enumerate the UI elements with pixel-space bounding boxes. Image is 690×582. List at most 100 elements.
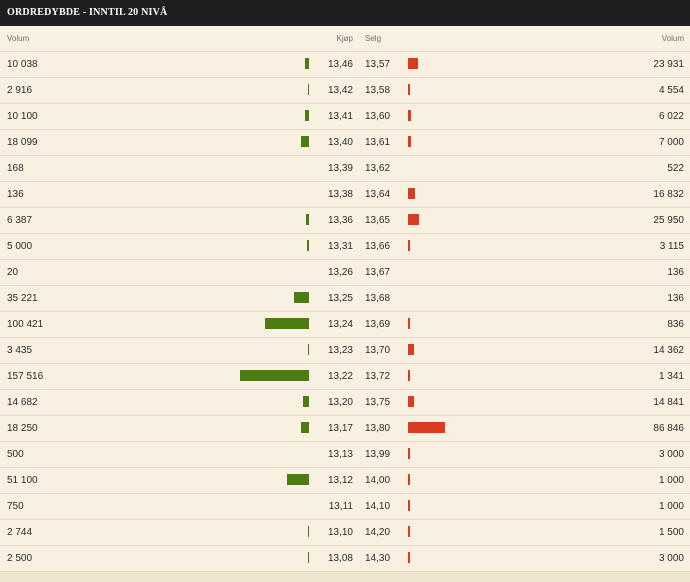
bid-price-cell: 13,26 — [327, 267, 353, 278]
ask-depth-bar — [408, 344, 415, 355]
ask-price-cell: 14,00 — [365, 475, 391, 486]
ask-depth-bar — [408, 240, 410, 251]
bid-depth-bar — [306, 240, 309, 251]
ask-volume-cell: 16 832 — [653, 189, 684, 200]
table-row: 6 387 13,36 13,65 25 950 — [0, 208, 690, 234]
table-row: 100 421 13,24 13,69 836 — [0, 312, 690, 338]
ask-volume-cell: 14 841 — [653, 397, 684, 408]
bid-price-cell: 13,41 — [327, 111, 353, 122]
table-row: 51 100 13,12 14,00 1 000 — [0, 468, 690, 494]
bid-volume-cell: 5 000 — [7, 241, 33, 252]
bid-depth-bar — [304, 58, 309, 69]
ask-price-cell: 13,57 — [365, 59, 391, 70]
ask-price-cell: 13,65 — [365, 215, 391, 226]
ask-volume-cell: 136 — [667, 267, 684, 278]
bid-depth-bar — [301, 136, 309, 147]
ask-price-cell: 14,30 — [365, 553, 391, 564]
bid-volume-cell: 10 100 — [7, 111, 38, 122]
bid-volume-cell: 136 — [7, 189, 24, 200]
bid-volume-cell: 51 100 — [7, 475, 38, 486]
bid-price-cell: 13,22 — [327, 371, 353, 382]
bid-price-cell: 13,24 — [327, 319, 353, 330]
column-ask-price: Selg — [365, 34, 382, 43]
bid-volume-cell: 3 435 — [7, 345, 33, 356]
table-row: 500 13,13 13,99 3 000 — [0, 442, 690, 468]
ask-depth-bar — [408, 422, 445, 433]
bid-volume-cell: 10 038 — [7, 59, 38, 70]
column-header-row: Volum Kjøp Selg Volum — [0, 26, 690, 52]
bid-depth-bar — [304, 110, 309, 121]
bid-price-cell: 13,40 — [327, 137, 353, 148]
bid-price-cell: 13,17 — [327, 423, 353, 434]
bid-volume-cell: 35 221 — [7, 293, 38, 304]
table-row: 18 250 13,17 13,80 86 846 — [0, 416, 690, 442]
ask-depth-bar — [408, 474, 410, 485]
bid-depth-bar — [307, 526, 309, 537]
ask-volume-cell: 3 000 — [658, 449, 684, 460]
ask-price-cell: 13,80 — [365, 423, 391, 434]
ask-price-cell: 13,68 — [365, 293, 391, 304]
ask-price-cell: 13,61 — [365, 137, 391, 148]
table-row: 14 682 13,20 13,75 14 841 — [0, 390, 690, 416]
orderbook-header: ORDREDYBDE - INNTIL 20 NIVÅ — [0, 0, 690, 26]
table-row: 20 13,26 13,67 136 — [0, 260, 690, 286]
ask-depth-bar — [408, 318, 410, 329]
ask-depth-bar — [408, 370, 410, 381]
bid-depth-bar — [286, 474, 309, 485]
ask-price-cell: 13,64 — [365, 189, 391, 200]
ask-price-cell: 13,60 — [365, 111, 391, 122]
bid-volume-cell: 157 516 — [7, 371, 44, 382]
table-row: 5 000 13,31 13,66 3 115 — [0, 234, 690, 260]
bid-depth-bar — [302, 396, 309, 407]
ask-depth-bar — [408, 58, 419, 69]
bid-price-cell: 13,13 — [327, 449, 353, 460]
bid-depth-bar — [301, 422, 309, 433]
ask-volume-cell: 1 000 — [658, 501, 684, 512]
ask-volume-cell: 836 — [667, 319, 684, 330]
ask-price-cell: 13,58 — [365, 85, 391, 96]
bid-volume-cell: 2 500 — [7, 553, 33, 564]
table-row: 136 13,38 13,64 16 832 — [0, 182, 690, 208]
bid-price-cell: 13,23 — [327, 345, 353, 356]
ask-price-cell: 13,70 — [365, 345, 391, 356]
ask-volume-cell: 4 554 — [658, 85, 684, 96]
orderbook-title: ORDREDYBDE - INNTIL 20 NIVÅ — [7, 7, 168, 18]
ask-volume-cell: 23 931 — [653, 59, 684, 70]
table-row: 750 13,11 14,10 1 000 — [0, 494, 690, 520]
ask-price-cell: 14,10 — [365, 501, 391, 512]
table-row: 168 13,39 13,62 522 — [0, 156, 690, 182]
ask-volume-cell: 6 022 — [658, 111, 684, 122]
bid-depth-bar — [293, 292, 309, 303]
bid-volume-cell: 18 250 — [7, 423, 38, 434]
bid-volume-cell: 18 099 — [7, 137, 38, 148]
bid-price-cell: 13,20 — [327, 397, 353, 408]
bid-price-cell: 13,10 — [327, 527, 353, 538]
table-row: 10 038 13,46 13,57 23 931 — [0, 52, 690, 78]
column-ask-volume: Volum — [661, 34, 684, 43]
bid-price-cell: 13,11 — [328, 501, 353, 512]
table-row: 3 435 13,23 13,70 14 362 — [0, 338, 690, 364]
bid-price-cell: 13,36 — [327, 215, 353, 226]
ask-price-cell: 13,69 — [365, 319, 391, 330]
ask-depth-bar — [408, 448, 410, 459]
bid-volume-cell: 500 — [7, 449, 24, 460]
column-bid-volume: Volum — [7, 34, 30, 43]
ask-price-cell: 13,75 — [365, 397, 391, 408]
ask-depth-bar — [408, 214, 420, 225]
ask-price-cell: 13,99 — [365, 449, 391, 460]
ask-price-cell: 13,67 — [365, 267, 391, 278]
table-row: 35 221 13,25 13,68 136 — [0, 286, 690, 312]
ask-depth-bar — [408, 84, 410, 95]
bid-volume-cell: 2 744 — [7, 527, 33, 538]
ask-volume-cell: 3 115 — [659, 241, 684, 252]
bid-depth-bar — [307, 344, 309, 355]
bid-price-cell: 13,46 — [327, 59, 353, 70]
table-row: 18 099 13,40 13,61 7 000 — [0, 130, 690, 156]
ask-price-cell: 14,20 — [365, 527, 391, 538]
table-row: 2 916 13,42 13,58 4 554 — [0, 78, 690, 104]
ask-volume-cell: 25 950 — [653, 215, 684, 226]
ask-volume-cell: 3 000 — [658, 553, 684, 564]
bid-price-cell: 13,08 — [327, 553, 353, 564]
ask-depth-bar — [408, 136, 411, 147]
column-bid-price: Kjøp — [336, 34, 353, 43]
